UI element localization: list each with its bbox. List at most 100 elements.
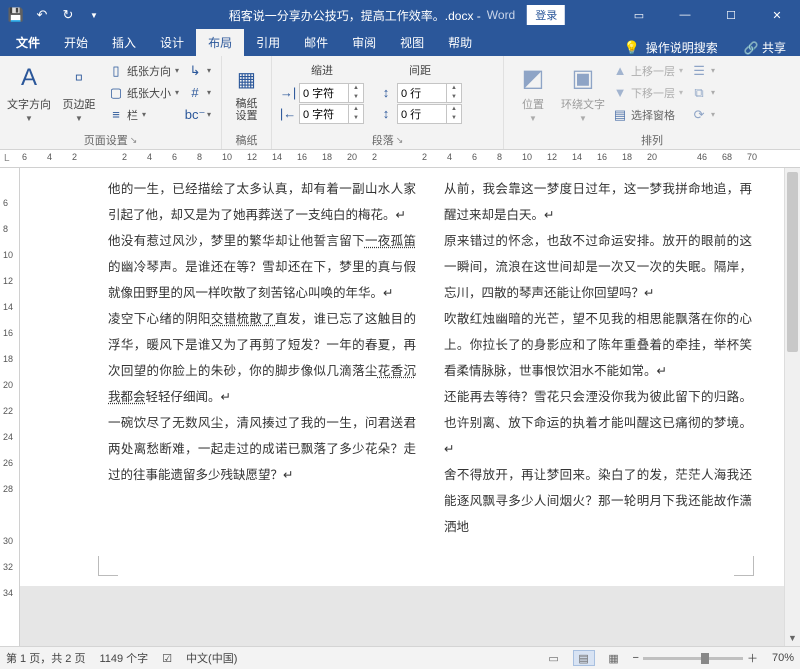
indent-right-row: |← ▲▼: [278, 104, 366, 124]
scroll-down-icon[interactable]: ▼: [785, 630, 800, 646]
scrollbar-thumb[interactable]: [787, 172, 798, 352]
group-paragraph: 缩进 →| ▲▼ |← ▲▼ 间距 ↕ ▲▼ ↕ ▲▼: [272, 56, 504, 149]
window-controls: ▭ — ☐ ✕: [616, 0, 800, 30]
manuscript-icon: ▦: [231, 64, 263, 96]
text-column-2[interactable]: 从前，我会靠这一梦度日过年，这一梦我拼命地追，再醒过来却是白天。↵原来错过的怀念…: [444, 176, 752, 510]
rotate-button: ⟳▾: [689, 105, 717, 125]
tab-mailings[interactable]: 邮件: [292, 29, 340, 56]
document-area[interactable]: 他的一生，已经描绘了太多认真，却有着一副山水人家引起了他，却又是为了她再葬送了一…: [20, 168, 784, 646]
breaks-icon: ↳: [187, 63, 203, 79]
position-button: ◩ 位置 ▼: [510, 60, 556, 126]
tab-help[interactable]: 帮助: [436, 29, 484, 56]
zoom-out-button[interactable]: −: [633, 652, 639, 664]
ruler-toggle-icon[interactable]: L: [4, 153, 10, 164]
tab-review[interactable]: 审阅: [340, 29, 388, 56]
spacing-before-input[interactable]: ▲▼: [397, 83, 462, 103]
align-icon: ☰: [691, 63, 707, 79]
zoom-in-button[interactable]: ＋: [747, 650, 758, 666]
group-page-setup: A 文字方向 ▼ ▫ 页边距 ▼ ▯纸张方向▾ ▢纸张大小▾ ≡栏▾ ↳▾ #▾…: [0, 56, 222, 149]
size-button[interactable]: ▢纸张大小▾: [106, 83, 181, 103]
login-button[interactable]: 登录: [527, 5, 565, 25]
share-label: 共享: [762, 41, 786, 55]
minimize-icon[interactable]: —: [662, 0, 708, 30]
indent-right-icon: |←: [280, 106, 296, 122]
send-backward-label: 下移一层: [631, 85, 675, 101]
view-web-layout-button[interactable]: ▦: [603, 650, 625, 666]
indent-left-input[interactable]: ▲▼: [299, 83, 364, 103]
tab-design[interactable]: 设计: [148, 29, 196, 56]
send-backward-button: ▼下移一层▾: [610, 83, 685, 103]
tab-home[interactable]: 开始: [52, 29, 100, 56]
ribbon: A 文字方向 ▼ ▫ 页边距 ▼ ▯纸张方向▾ ▢纸张大小▾ ≡栏▾ ↳▾ #▾…: [0, 56, 800, 150]
undo-icon[interactable]: ↶: [34, 7, 50, 23]
vertical-ruler[interactable]: 6810121416182022242628303234: [0, 168, 20, 646]
manuscript-settings-button[interactable]: ▦ 稿纸 设置: [228, 60, 265, 126]
selection-pane-label: 选择窗格: [631, 107, 675, 123]
zoom-level[interactable]: 70%: [772, 652, 794, 664]
status-proofing-icon[interactable]: ☑: [162, 652, 172, 665]
line-numbers-button[interactable]: #▾: [185, 83, 213, 103]
send-backward-icon: ▼: [612, 85, 628, 101]
indent-header: 缩进: [278, 62, 366, 82]
app-name: Word: [487, 8, 515, 22]
size-label: 纸张大小: [127, 85, 171, 101]
maximize-icon[interactable]: ☐: [708, 0, 754, 30]
selection-pane-button[interactable]: ▤选择窗格: [610, 105, 685, 125]
margins-button[interactable]: ▫ 页边距 ▼: [56, 60, 102, 126]
paragraph-launcher-icon[interactable]: ↘: [396, 135, 404, 146]
horizontal-ruler[interactable]: L 64224681012141618202246810121416182046…: [0, 150, 800, 168]
wrap-label: 环绕文字: [561, 96, 605, 112]
wrap-text-button: ▣ 环绕文字 ▼: [560, 60, 606, 126]
hyphenation-icon: bc⁻: [187, 107, 203, 123]
status-language[interactable]: 中文(中国): [186, 650, 237, 666]
bring-forward-label: 上移一层: [631, 63, 675, 79]
text-direction-button[interactable]: A 文字方向 ▼: [6, 60, 52, 126]
workspace: 6810121416182022242628303234 他的一生，已经描绘了太…: [0, 168, 800, 646]
columns-label: 栏: [127, 107, 138, 123]
view-print-layout-button[interactable]: ▤: [573, 650, 595, 666]
orientation-icon: ▯: [108, 63, 124, 79]
page-setup-launcher-icon[interactable]: ↘: [130, 135, 138, 146]
orientation-button[interactable]: ▯纸张方向▾: [106, 61, 181, 81]
text-column-1[interactable]: 他的一生，已经描绘了太多认真，却有着一副山水人家引起了他，却又是为了她再葬送了一…: [108, 176, 416, 510]
position-label: 位置: [522, 96, 544, 112]
ribbon-display-options-icon[interactable]: ▭: [616, 0, 662, 30]
page: 他的一生，已经描绘了太多认真，却有着一副山水人家引起了他，却又是为了她再葬送了一…: [80, 170, 764, 610]
zoom-slider[interactable]: [643, 657, 743, 660]
page-corner-br: [734, 556, 754, 576]
share-button[interactable]: 🔗 共享: [744, 39, 786, 56]
group-arrange: ◩ 位置 ▼ ▣ 环绕文字 ▼ ▲上移一层▾ ▼下移一层▾ ▤选择窗格 ☰▾ ⧉…: [504, 56, 800, 149]
document-title: 稻客说一分享办公技巧，提高工作效率。.docx -: [229, 7, 481, 24]
tab-references[interactable]: 引用: [244, 29, 292, 56]
save-icon[interactable]: 💾: [8, 7, 24, 23]
tab-file[interactable]: 文件: [4, 29, 52, 56]
close-icon[interactable]: ✕: [754, 0, 800, 30]
indent-right-input[interactable]: ▲▼: [299, 104, 364, 124]
vertical-scrollbar[interactable]: ▲ ▼: [784, 168, 800, 646]
status-page[interactable]: 第 1 页，共 2 页: [6, 650, 85, 666]
qat-customize-icon[interactable]: ▼: [86, 7, 102, 23]
position-icon: ◩: [517, 62, 549, 94]
tell-me-label[interactable]: 操作说明搜索: [646, 39, 718, 56]
tell-me-bulb-icon[interactable]: 💡: [624, 40, 640, 56]
ribbon-tabs: 文件 开始 插入 设计 布局 引用 邮件 审阅 视图 帮助 💡 操作说明搜索 🔗…: [0, 30, 800, 56]
group-objects-icon: ⧉: [691, 85, 707, 101]
hyphenation-button[interactable]: bc⁻▾: [185, 105, 213, 125]
selection-pane-icon: ▤: [612, 107, 628, 123]
columns-button[interactable]: ≡栏▾: [106, 105, 181, 125]
tab-layout[interactable]: 布局: [196, 29, 244, 56]
group-page-setup-label: 页面设置: [84, 132, 128, 148]
size-icon: ▢: [108, 85, 124, 101]
group-manuscript: ▦ 稿纸 设置 稿纸: [222, 56, 272, 149]
breaks-button[interactable]: ↳▾: [185, 61, 213, 81]
tab-insert[interactable]: 插入: [100, 29, 148, 56]
spacing-after-input[interactable]: ▲▼: [397, 104, 462, 124]
status-word-count[interactable]: 1149 个字: [99, 650, 148, 666]
tab-view[interactable]: 视图: [388, 29, 436, 56]
page-gap: [20, 586, 784, 646]
view-read-mode-button[interactable]: ▭: [543, 650, 565, 666]
margins-label: 页边距: [63, 96, 96, 112]
redo-icon[interactable]: ↻: [60, 7, 76, 23]
spacing-after-icon: ↕: [378, 106, 394, 122]
status-bar: 第 1 页，共 2 页 1149 个字 ☑ 中文(中国) ▭ ▤ ▦ − ＋ 7…: [0, 646, 800, 669]
